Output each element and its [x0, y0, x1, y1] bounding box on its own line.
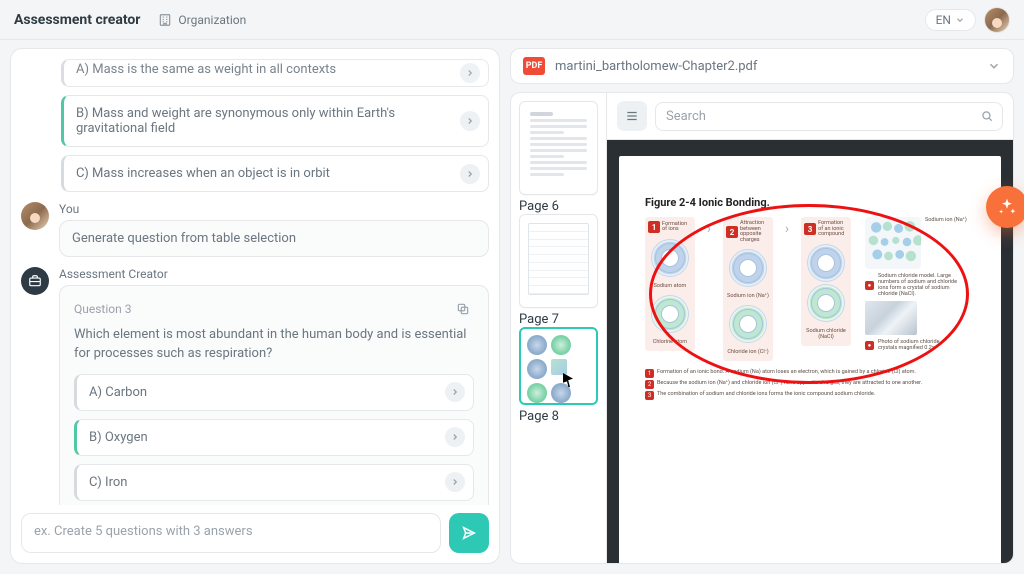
pdf-viewer: Page 6 Page 7 Page 8 Search: [510, 92, 1014, 564]
assistant-avatar: [21, 267, 49, 295]
annotation-ellipse: [649, 204, 969, 384]
thumb-page-7[interactable]: [519, 214, 598, 308]
send-button[interactable]: [449, 513, 489, 553]
language-code: EN: [936, 13, 951, 27]
thumb-label: Page 7: [519, 312, 598, 327]
copy-button[interactable]: [452, 298, 474, 320]
pdf-badge-icon: PDF: [523, 57, 545, 75]
search-icon: [980, 109, 994, 123]
chat-panel: A) Mass is the same as weight in all con…: [10, 48, 500, 564]
prev-answer-c[interactable]: C) Mass increases when an object is in o…: [61, 155, 489, 192]
pdf-search-input[interactable]: Search: [655, 102, 1003, 131]
menu-icon: [625, 109, 639, 123]
file-header[interactable]: PDF martini_bartholomew-Chapter2.pdf: [510, 48, 1014, 84]
top-bar: Assessment creator Organization EN: [0, 0, 1024, 40]
prev-answer-b[interactable]: B) Mass and weight are synonymous only w…: [61, 95, 489, 147]
chevron-right-icon: [460, 164, 480, 184]
chevron-right-icon: [445, 472, 465, 492]
user-message-text: Generate question from table selection: [59, 220, 489, 257]
pdf-page-canvas[interactable]: Figure 2-4 Ionic Bonding. 1Formation of …: [607, 140, 1013, 563]
question-card: Question 3 Which element is most abundan…: [59, 285, 489, 505]
answer-a[interactable]: A) Carbon: [74, 374, 474, 411]
ai-assist-fab[interactable]: [986, 186, 1024, 228]
user-avatar[interactable]: [984, 7, 1010, 33]
thumb-label: Page 6: [519, 199, 598, 214]
chevron-right-icon: [460, 111, 480, 131]
assistant-message: Assessment Creator Question 3 Which elem…: [21, 267, 489, 505]
assistant-name: Assessment Creator: [59, 267, 489, 281]
copy-icon: [456, 302, 470, 316]
file-name: martini_bartholomew-Chapter2.pdf: [555, 59, 757, 74]
answer-c[interactable]: C) Iron: [74, 464, 474, 501]
language-picker[interactable]: EN: [925, 9, 976, 31]
briefcase-icon: [28, 274, 42, 288]
thumbnail-rail[interactable]: Page 6 Page 7 Page 8: [511, 93, 607, 563]
building-icon: [158, 13, 172, 27]
user-name: You: [59, 202, 489, 216]
question-text: Which element is most abundant in the hu…: [74, 326, 474, 364]
chevron-right-icon: [445, 427, 465, 447]
page-title: Assessment creator: [14, 12, 140, 28]
org-picker[interactable]: Organization: [158, 13, 246, 27]
org-label: Organization: [178, 13, 246, 27]
thumb-page-8[interactable]: [519, 327, 598, 405]
search-placeholder: Search: [666, 109, 706, 124]
question-number: Question 3: [74, 302, 131, 316]
pdf-page: Figure 2-4 Ionic Bonding. 1Formation of …: [619, 156, 1001, 563]
user-message: You Generate question from table selecti…: [21, 202, 489, 257]
thumb-label: Page 8: [519, 409, 598, 424]
chevron-right-icon: [460, 63, 480, 83]
sparkle-icon: [997, 197, 1017, 217]
thumb-page-6[interactable]: [519, 101, 598, 195]
answer-b[interactable]: B) Oxygen: [74, 419, 474, 456]
composer-placeholder: ex. Create 5 questions with 3 answers: [34, 524, 253, 539]
prev-answers: A) Mass is the same as weight in all con…: [61, 59, 489, 192]
chevron-down-icon: [955, 15, 965, 25]
send-icon: [461, 525, 477, 541]
chevron-down-icon: [987, 59, 1001, 73]
chevron-right-icon: [445, 382, 465, 402]
composer-input[interactable]: ex. Create 5 questions with 3 answers: [21, 513, 441, 553]
user-avatar-small: [21, 202, 49, 230]
prev-answer-a[interactable]: A) Mass is the same as weight in all con…: [61, 59, 489, 87]
sidebar-toggle-button[interactable]: [617, 101, 647, 131]
